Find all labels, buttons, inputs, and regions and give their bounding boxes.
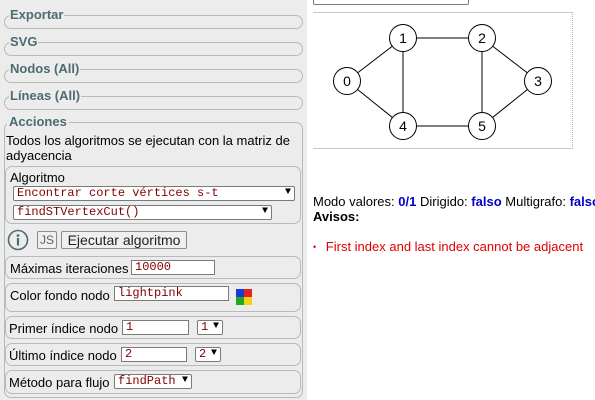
metodo-flujo-group: Método para flujo findPath ▼ <box>5 370 301 394</box>
info-icon[interactable] <box>7 229 29 251</box>
metodo-flujo-label: Método para flujo <box>9 375 110 390</box>
function-select[interactable]: findSTVertexCut() ▼ <box>13 205 272 220</box>
chevron-down-icon: ▼ <box>284 187 291 198</box>
primer-indice-label: Primer índice nodo <box>9 321 119 336</box>
ultimo-indice-input[interactable]: 2 <box>121 347 187 362</box>
section-exportar-legend[interactable]: Exportar <box>9 7 65 23</box>
primer-indice-input[interactable]: 1 <box>122 320 189 335</box>
section-nodos-legend[interactable]: Nodos (All) <box>9 61 81 77</box>
color-fondo-label: Color fondo nodo <box>10 288 110 303</box>
primer-indice-value: 1 <box>126 320 134 334</box>
multigrafo-value: falso <box>569 194 595 209</box>
algoritmo-label: Algoritmo <box>10 170 65 185</box>
function-select-value: findSTVertexCut() <box>17 205 140 219</box>
color-fondo-value: lightpink <box>118 286 183 300</box>
ultimo-indice-select[interactable]: 2 ▼ <box>195 347 221 362</box>
dirigido-value: falso <box>471 194 502 209</box>
graph-node-4[interactable]: 4 <box>389 112 417 140</box>
ejecutar-algoritmo-button[interactable]: Ejecutar algoritmo <box>61 231 187 249</box>
js-button[interactable]: JS <box>37 231 57 249</box>
modo-value: 0/1 <box>398 194 417 209</box>
top-select-remnant[interactable] <box>313 0 469 5</box>
algoritmo-group: Algoritmo Encontrar corte vértices s-t ▼… <box>5 166 301 224</box>
max-iter-input[interactable]: 10000 <box>131 260 215 275</box>
graph-node-label: 2 <box>478 30 486 46</box>
algorithms-description: Todos los algoritmos se ejecutan con la … <box>6 133 290 163</box>
primer-indice-select[interactable]: 1 ▼ <box>197 320 223 335</box>
max-iter-value: 10000 <box>135 260 172 274</box>
algoritmo-select[interactable]: Encontrar corte vértices s-t ▼ <box>13 186 295 201</box>
metodo-flujo-select-value: findPath <box>118 374 176 388</box>
warning-text: First index and last index cannot be adj… <box>325 239 584 254</box>
graph-node-5[interactable]: 5 <box>468 112 496 140</box>
graph-node-label: 1 <box>399 30 407 46</box>
graph-node-2[interactable]: 2 <box>468 24 496 52</box>
section-lineas-legend[interactable]: Líneas (All) <box>9 88 82 104</box>
graph-node-0[interactable]: 0 <box>333 67 361 95</box>
section-exportar[interactable]: Exportar <box>4 7 303 29</box>
primer-indice-group: Primer índice nodo 1 1 ▼ <box>5 316 301 339</box>
chevron-down-icon: ▼ <box>181 375 188 386</box>
section-acciones-legend[interactable]: Acciones <box>7 114 69 130</box>
max-iter-group: Máximas iteraciones 10000 <box>5 256 301 279</box>
multigrafo-label: Multigrafo: <box>505 194 566 209</box>
max-iter-label: Máximas iteraciones <box>10 261 129 276</box>
color-fondo-input[interactable]: lightpink <box>114 286 229 301</box>
graph-node-label: 3 <box>534 73 542 89</box>
ultimo-indice-value: 2 <box>125 347 133 361</box>
section-svg[interactable]: SVG <box>4 34 303 56</box>
primer-indice-select-value: 1 <box>201 320 209 334</box>
metodo-flujo-select[interactable]: findPath ▼ <box>114 374 192 389</box>
section-svg-legend[interactable]: SVG <box>9 34 39 50</box>
graph-node-1[interactable]: 1 <box>389 24 417 52</box>
chevron-down-icon: ▼ <box>261 206 268 217</box>
status-line: Modo valores: 0/1 Dirigido: falso Multig… <box>313 195 595 209</box>
warning-item: • First index and last index cannot be a… <box>313 240 583 255</box>
bullet-icon: • <box>313 242 317 252</box>
ultimo-indice-select-value: 2 <box>199 347 207 361</box>
graph-svg[interactable]: 0 1 2 3 4 5 <box>313 13 573 150</box>
section-nodos[interactable]: Nodos (All) <box>4 61 303 83</box>
graph-node-label: 0 <box>343 73 351 89</box>
right-panel: 0 1 2 3 4 5 Modo valores: 0/1 Dirigido: … <box>307 0 595 400</box>
chevron-down-icon: ▼ <box>212 321 219 332</box>
dirigido-label: Dirigido: <box>419 194 468 209</box>
avisos-label: Avisos: <box>313 209 360 224</box>
section-lineas[interactable]: Líneas (All) <box>4 88 303 110</box>
graph-canvas[interactable]: 0 1 2 3 4 5 <box>313 12 573 149</box>
graph-node-label: 5 <box>478 118 486 134</box>
ultimo-indice-group: Último índice nodo 2 2 ▼ <box>5 343 301 366</box>
ultimo-indice-label: Último índice nodo <box>9 348 117 363</box>
algoritmo-select-value: Encontrar corte vértices s-t <box>17 186 219 200</box>
graph-node-label: 4 <box>399 118 407 134</box>
modo-label: Modo valores: <box>313 194 395 209</box>
left-panel: Exportar SVG Nodos (All) Líneas (All) Ac… <box>0 0 307 400</box>
chevron-down-icon: ▼ <box>210 348 217 359</box>
color-palette-icon[interactable] <box>236 289 252 305</box>
color-fondo-group: Color fondo nodo lightpink <box>5 283 301 312</box>
graph-node-3[interactable]: 3 <box>524 67 552 95</box>
